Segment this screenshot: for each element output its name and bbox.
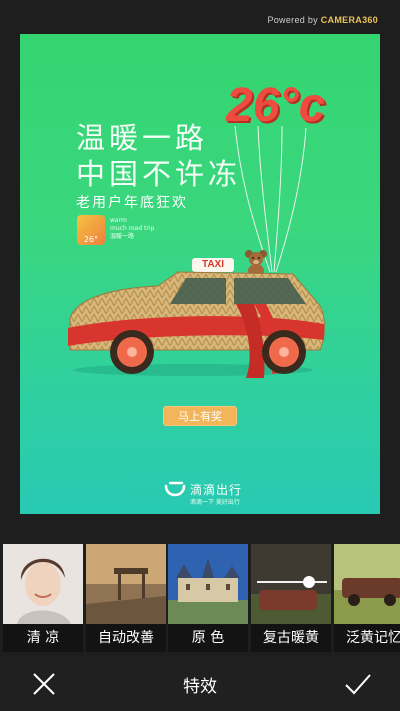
camera360-brand: CAMERA360: [320, 15, 378, 25]
bottom-action-bar: 特效: [0, 656, 400, 711]
filter-option-original[interactable]: 原 色: [168, 544, 248, 654]
mini-logo-text: 26°: [83, 235, 99, 244]
mini-caption-line1: warm: [110, 217, 127, 224]
filter-label: 复古暖黄: [251, 624, 331, 652]
didi-brand-icon: [164, 481, 186, 497]
poster-tagline: 老用户年底狂欢: [76, 195, 188, 211]
checkmark-icon: [345, 674, 371, 695]
filter-strip[interactable]: 清 凉 自动改善 原 色 复古暖黄 泛黄记忆: [0, 544, 400, 654]
photo-preview: 26°c 温暖一路 中国不许冻 老用户年底狂欢 26° warm much ro…: [20, 34, 380, 514]
filter-option-qingliang[interactable]: 清 凉: [3, 544, 83, 654]
vintage-thumbnail: [251, 544, 331, 624]
mini-caption-line2: much road trip: [110, 225, 155, 232]
didi-brand-name: 滴滴出行: [190, 483, 243, 497]
claim-prize-button: 马上有奖: [163, 406, 237, 426]
filter-label: 清 凉: [3, 624, 83, 652]
old-car-thumbnail: [334, 544, 400, 624]
filter-thumb-pier: [86, 544, 166, 624]
pier-thumbnail: [86, 544, 166, 624]
mini-caption: warm much road trip 温暖一路: [110, 217, 154, 241]
knitted-taxi-car: [68, 271, 325, 378]
mini-logo: 26°: [77, 215, 105, 245]
confirm-button[interactable]: [340, 668, 376, 700]
powered-by-text: Powered by: [267, 15, 318, 25]
mini-caption-line3: 温暖一路: [110, 233, 135, 240]
powered-by-watermark: Powered by CAMERA360: [267, 15, 378, 25]
top-bar: Powered by CAMERA360: [0, 0, 400, 32]
filter-option-auto-improve[interactable]: 自动改善: [86, 544, 166, 654]
filter-thumb-portrait: [3, 544, 83, 624]
temperature-balloons: 26°c: [226, 79, 326, 132]
filter-label: 原 色: [168, 624, 248, 652]
filter-label: 泛黄记忆: [334, 624, 400, 652]
filter-thumb-vintage: [251, 544, 331, 624]
poster-subtitle: 中国不许冻: [76, 157, 242, 191]
filter-thumb-old-car: [334, 544, 400, 624]
filter-thumb-castle: [168, 544, 248, 624]
castle-thumbnail: [168, 544, 248, 624]
filter-option-yellowed-memory[interactable]: 泛黄记忆: [334, 544, 400, 654]
intensity-slider-knob: [303, 576, 315, 588]
didi-slogan: 滴滴一下 美好出行: [190, 499, 240, 506]
poster-title: 温暖一路: [76, 121, 209, 155]
filter-option-vintage-warm[interactable]: 复古暖黄: [251, 544, 331, 654]
filter-label: 自动改善: [86, 624, 166, 652]
portrait-thumbnail: [3, 544, 83, 624]
